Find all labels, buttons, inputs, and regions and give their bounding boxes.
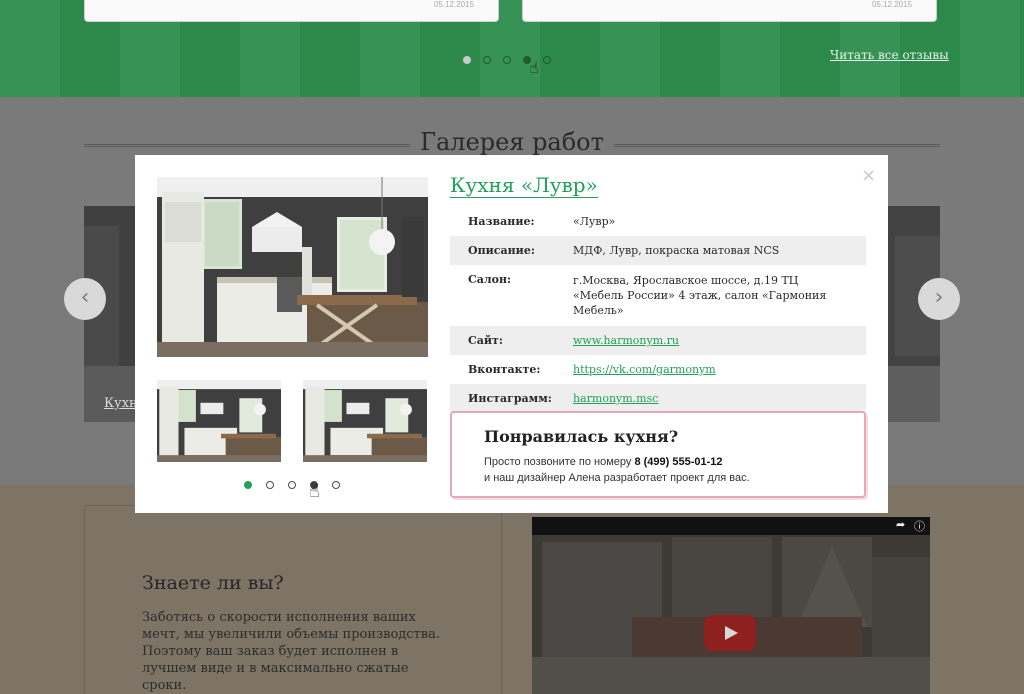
detail-row-vk: Вконтакте: https://vk.com/garmonym xyxy=(450,355,866,384)
video-thumbnail xyxy=(532,517,930,694)
gallery-prev-button[interactable]: ‹ xyxy=(64,278,106,320)
did-you-know-text: Заботясь о скорости исполнения ваших меч… xyxy=(142,610,440,693)
reviews-section: 05.12.2015 05.12.2015 Читать все отзывы xyxy=(0,0,1024,97)
chevron-left-icon: ‹ xyxy=(80,285,90,310)
kitchen-photo xyxy=(157,177,428,357)
cta-line1-prefix: Просто позвоните по номеру xyxy=(484,456,632,468)
review-date: 05.12.2015 xyxy=(433,0,474,9)
did-you-know-title: Знаете ли вы? xyxy=(142,572,284,594)
detail-label: Название: xyxy=(468,215,535,228)
gallery-title: Галерея работ xyxy=(420,128,604,156)
close-icon[interactable]: × xyxy=(861,165,876,186)
instagram-link[interactable]: harmonym.msc xyxy=(573,392,658,405)
chevron-right-icon: › xyxy=(934,285,944,310)
hand-cursor-icon: ☝ xyxy=(529,58,539,77)
site-link[interactable]: www.harmonym.ru xyxy=(573,334,679,347)
play-icon[interactable] xyxy=(704,615,756,651)
photo-dot-5[interactable] xyxy=(332,481,340,489)
detail-row-site: Сайт: www.harmonym.ru xyxy=(450,326,866,355)
salon-address-line-1: г.Москва, Ярославское шоссе, д.19 ТЦ xyxy=(573,274,799,287)
info-icon[interactable]: ⓘ xyxy=(914,518,925,534)
photo-dot-2[interactable] xyxy=(266,481,274,489)
detail-label: Описание: xyxy=(450,236,573,265)
reviews-dot-5[interactable] xyxy=(543,56,551,64)
detail-label: Салон: xyxy=(468,273,512,286)
kitchen-thumbnail-1[interactable] xyxy=(157,380,281,462)
review-card: 05.12.2015 xyxy=(522,0,937,22)
detail-label: Вконтакте: xyxy=(468,363,541,376)
kitchen-modal: × ☝ Кухня «Лувр» Название: «Лувр» Описан… xyxy=(135,155,888,513)
kitchen-photo xyxy=(303,380,427,462)
detail-value: https://vk.com/garmonym xyxy=(573,355,866,384)
salon-address-line-2: «Мебель России» 4 этаж, салон «Гармония … xyxy=(573,289,827,317)
detail-row-instagram: Инстаграмм: harmonym.msc xyxy=(450,384,866,413)
photo-dot-3[interactable] xyxy=(288,481,296,489)
hand-cursor-icon: ☝ xyxy=(309,481,320,502)
detail-value: «Лувр» xyxy=(573,215,616,228)
gallery-caption[interactable]: Кухн xyxy=(104,396,138,411)
reviews-dot-2[interactable] xyxy=(483,56,491,64)
detail-row-name: Название: «Лувр» xyxy=(450,207,866,236)
detail-value: harmonym.msc xyxy=(573,384,866,413)
kitchen-photo xyxy=(157,380,281,462)
cta-title: Понравилась кухня? xyxy=(484,427,679,446)
detail-value: г.Москва, Ярославское шоссе, д.19 ТЦ «Ме… xyxy=(573,265,866,326)
video-player[interactable]: ➦ ⓘ xyxy=(532,517,930,694)
video-topbar: ➦ ⓘ xyxy=(532,517,930,535)
main-kitchen-photo xyxy=(157,177,428,357)
cta-text: Просто позвоните по номеру 8 (499) 555-0… xyxy=(484,454,750,486)
kitchen-thumbnail-2[interactable] xyxy=(303,380,427,462)
detail-value: www.harmonym.ru xyxy=(573,326,866,355)
reviews-dot-1[interactable] xyxy=(463,56,471,64)
detail-value: МДФ, Лувр, покраска матовая NCS xyxy=(573,236,866,265)
share-icon[interactable]: ➦ xyxy=(896,518,905,531)
review-date: 05.12.2015 xyxy=(871,0,912,9)
cta-phone[interactable]: 8 (499) 555-01-12 xyxy=(634,456,722,468)
kitchen-details-table: Название: «Лувр» Описание: МДФ, Лувр, по… xyxy=(450,207,866,413)
photo-dot-1[interactable] xyxy=(244,481,252,489)
call-to-action-box: Понравилась кухня? Просто позвоните по н… xyxy=(450,411,866,498)
kitchen-title[interactable]: Кухня «Лувр» xyxy=(450,173,598,198)
detail-label: Инстаграмм: xyxy=(450,384,573,413)
gallery-next-button[interactable]: › xyxy=(918,278,960,320)
cta-line2: и наш дизайнер Алена разработает проект … xyxy=(484,472,750,484)
photo-pagination xyxy=(244,481,340,489)
detail-row-salon: Салон: г.Москва, Ярославское шоссе, д.19… xyxy=(450,265,866,326)
reviews-dot-3[interactable] xyxy=(503,56,511,64)
review-card: 05.12.2015 xyxy=(84,0,499,22)
all-reviews-link[interactable]: Читать все отзывы xyxy=(830,48,949,62)
detail-row-description: Описание: МДФ, Лувр, покраска матовая NC… xyxy=(450,236,866,265)
detail-label: Сайт: xyxy=(450,326,573,355)
vk-link[interactable]: https://vk.com/garmonym xyxy=(573,363,716,376)
